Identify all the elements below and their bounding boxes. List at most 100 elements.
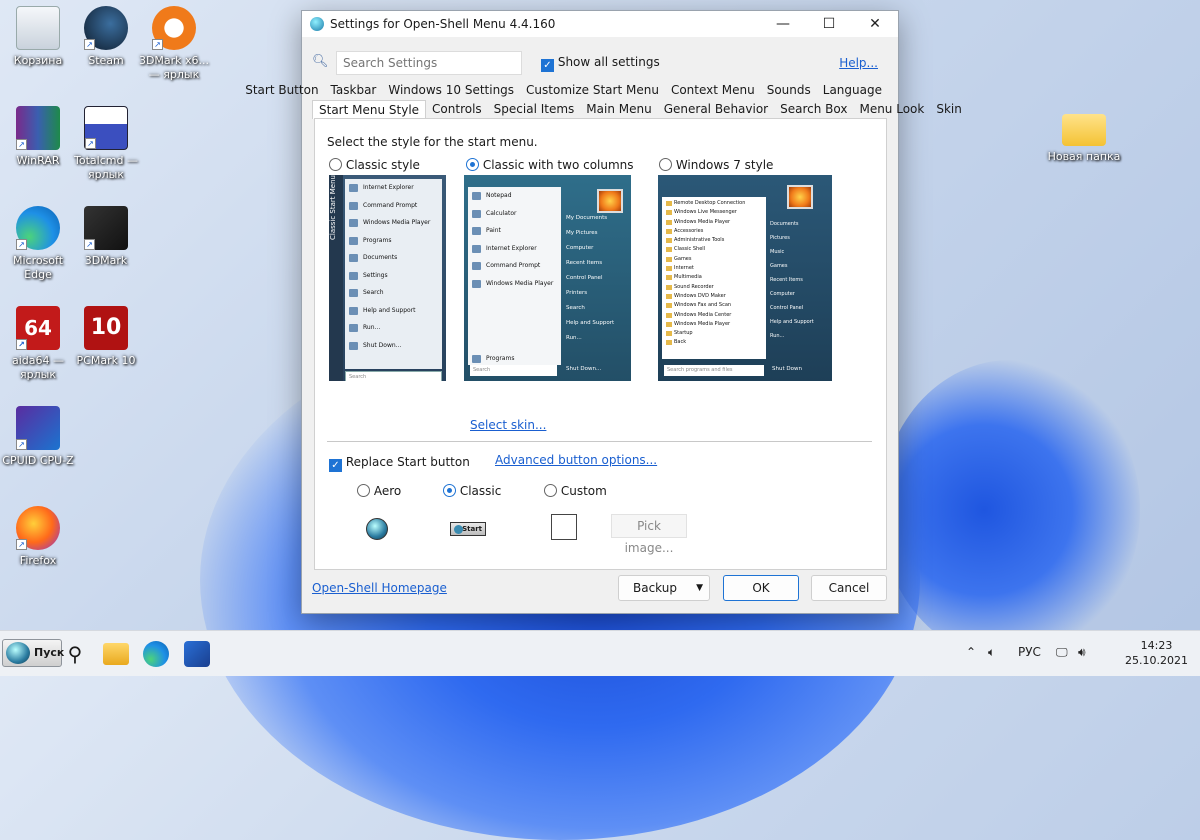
radio-off-icon [659, 158, 672, 171]
preview-item: Calculator [468, 205, 561, 223]
preview-shutdown: Shut Down... [566, 366, 602, 372]
preview-item: Classic Shell [662, 245, 766, 254]
wallpaper-bloom-right [880, 360, 1140, 660]
select-skin-link[interactable]: Select skin... [470, 418, 546, 432]
desktop-icon-totalcmd[interactable]: ↗ Totalcmd — ярлык [68, 106, 144, 182]
tab-general-behavior[interactable]: General Behavior [658, 100, 774, 119]
preview-item: Windows Media Center [662, 311, 766, 320]
search-settings-input[interactable] [336, 51, 522, 75]
radio-on-icon [466, 158, 479, 171]
checkbox-checked-icon: ✓ [541, 59, 554, 72]
cancel-button[interactable]: Cancel [811, 575, 887, 601]
custom-image-placeholder [551, 514, 577, 540]
chevron-down-icon: ▼ [696, 583, 703, 593]
help-link[interactable]: Help... [839, 56, 878, 70]
preview-item: Search [345, 284, 442, 302]
divider [327, 441, 872, 442]
tab-taskbar[interactable]: Taskbar [325, 81, 383, 100]
user-picture-icon [597, 189, 623, 213]
radio-windows7-style[interactable]: Windows 7 style [659, 158, 773, 172]
desktop-icon-label: Totalcmd — ярлык [74, 154, 138, 181]
window-title: Settings for Open-Shell Menu 4.4.160 [330, 17, 556, 31]
desktop-icon-edge[interactable]: ↗ Microsoft Edge [0, 206, 76, 282]
desktop-icon-new-folder[interactable]: Новая папка [1046, 106, 1122, 164]
tab-controls[interactable]: Controls [426, 100, 488, 119]
network-icon[interactable]: 🖵 [1056, 645, 1068, 660]
radio-classic-style[interactable]: Classic style [329, 158, 420, 172]
preview-search: Search programs and files [664, 365, 764, 376]
replace-start-button-checkbox[interactable]: ✓ Replace Start button [329, 455, 470, 472]
clock[interactable]: 14:23 25.10.2021 [1125, 638, 1188, 668]
preview-item: Windows Media Player [662, 320, 766, 329]
preview-item: Settings [345, 267, 442, 285]
desktop-icon-3dmark-x64[interactable]: ↗ 3DMark x6... — ярлык [136, 6, 212, 82]
tab-skin[interactable]: Skin [930, 100, 968, 119]
preview-item: My Documents [566, 215, 608, 221]
file-explorer-icon[interactable] [103, 643, 129, 665]
ok-button[interactable]: OK [723, 575, 799, 601]
desktop-icon-cpuz[interactable]: ↗ CPUID CPU-Z [0, 406, 76, 468]
radio-classic[interactable]: Classic [443, 484, 501, 498]
store-icon[interactable] [184, 641, 210, 667]
language-indicator[interactable]: РУС [1018, 645, 1041, 659]
start-button[interactable]: Пуск [2, 639, 64, 667]
desktop-icon-firefox[interactable]: ↗ Firefox [0, 506, 76, 568]
maximize-button[interactable]: ☐ [806, 11, 852, 37]
preview-item: Back [662, 338, 766, 347]
preview-item: Command Prompt [468, 257, 561, 275]
advanced-button-options-link[interactable]: Advanced button options... [495, 453, 657, 467]
preview-windows7-style[interactable]: Remote Desktop Connection Windows Live M… [658, 175, 832, 381]
tab-search-box[interactable]: Search Box [774, 100, 853, 119]
desktop-icon-label: PCMark 10 [76, 354, 136, 367]
radio-aero[interactable]: Aero [357, 484, 401, 498]
minimize-button[interactable]: — [760, 11, 806, 37]
tab-context-menu[interactable]: Context Menu [665, 81, 761, 100]
radio-label: Custom [560, 484, 607, 498]
tab-start-button[interactable]: Start Button [239, 81, 324, 100]
preview-item: Command Prompt [345, 197, 442, 215]
tab-language[interactable]: Language [817, 81, 888, 100]
cpuz-icon: ↗ [16, 406, 60, 450]
preview-classic-style[interactable]: Classic Start Menu Internet Explorer Com… [329, 175, 446, 381]
preview-item: Internet Explorer [468, 240, 561, 258]
desktop-icon-pcmark10[interactable]: 10 PCMark 10 [68, 306, 144, 368]
tab-start-menu-style[interactable]: Start Menu Style [312, 100, 427, 119]
edge-icon[interactable] [143, 641, 169, 667]
radio-classic-two-columns[interactable]: Classic with two columns [466, 158, 634, 172]
preview-two-columns[interactable]: Notepad Calculator Paint Internet Explor… [464, 175, 631, 381]
preview-item: Windows Fax and Scan [662, 301, 766, 310]
search-icon[interactable]: ⚲ [62, 641, 88, 667]
preview-item: Help and Support [345, 302, 442, 320]
preview-item: Search [566, 305, 585, 311]
speaker-icon[interactable]: 🔈︎ [988, 645, 995, 660]
chevron-up-icon[interactable]: ⌃ [966, 645, 976, 659]
tab-customize-start-menu[interactable]: Customize Start Menu [520, 81, 665, 100]
tab-menu-look[interactable]: Menu Look [853, 100, 930, 119]
desktop-icon-winrar[interactable]: ↗ WinRAR [0, 106, 76, 168]
volume-icon[interactable]: 🔊︎ [1078, 645, 1086, 660]
tab-row-2: Start Menu Style Controls Special Items … [312, 100, 962, 119]
desktop-icon-aida64[interactable]: 64 ↗ aida64 — ярлык [0, 306, 76, 382]
tab-special-items[interactable]: Special Items [488, 100, 581, 119]
tab-sounds[interactable]: Sounds [761, 81, 817, 100]
preview-side-banner: Classic Start Menu [329, 175, 343, 381]
preview-item: Music [770, 249, 785, 255]
preview-item: Windows Live Messenger [662, 208, 766, 217]
radio-custom[interactable]: Custom [544, 484, 607, 498]
desktop-icon-3dmark[interactable]: ↗ 3DMark [68, 206, 144, 268]
desktop-icon-steam[interactable]: ↗ Steam [68, 6, 144, 68]
preview-item: Internet Explorer [345, 179, 442, 197]
desktop-icon-recycle-bin[interactable]: Корзина [0, 6, 76, 68]
checkbox-checked-icon: ✓ [329, 459, 342, 472]
show-all-settings-checkbox[interactable]: ✓ Show all settings [541, 55, 660, 72]
taskbar: Пуск ⚲ ⌃ 🔈︎ РУС 🖵 🔊︎ 14:23 25.10.2021 [0, 630, 1200, 676]
title-bar: Settings for Open-Shell Menu 4.4.160 — ☐… [302, 11, 898, 37]
backup-button[interactable]: Backup ▼ [618, 575, 710, 601]
tab-windows10-settings[interactable]: Windows 10 Settings [382, 81, 520, 100]
start-orb-icon [6, 642, 30, 664]
close-button[interactable]: ✕ [852, 11, 898, 37]
preview-item: Run... [345, 319, 442, 337]
tab-main-menu[interactable]: Main Menu [580, 100, 657, 119]
open-shell-homepage-link[interactable]: Open-Shell Homepage [312, 581, 447, 595]
preview-menu: Internet Explorer Command Prompt Windows… [345, 179, 442, 369]
